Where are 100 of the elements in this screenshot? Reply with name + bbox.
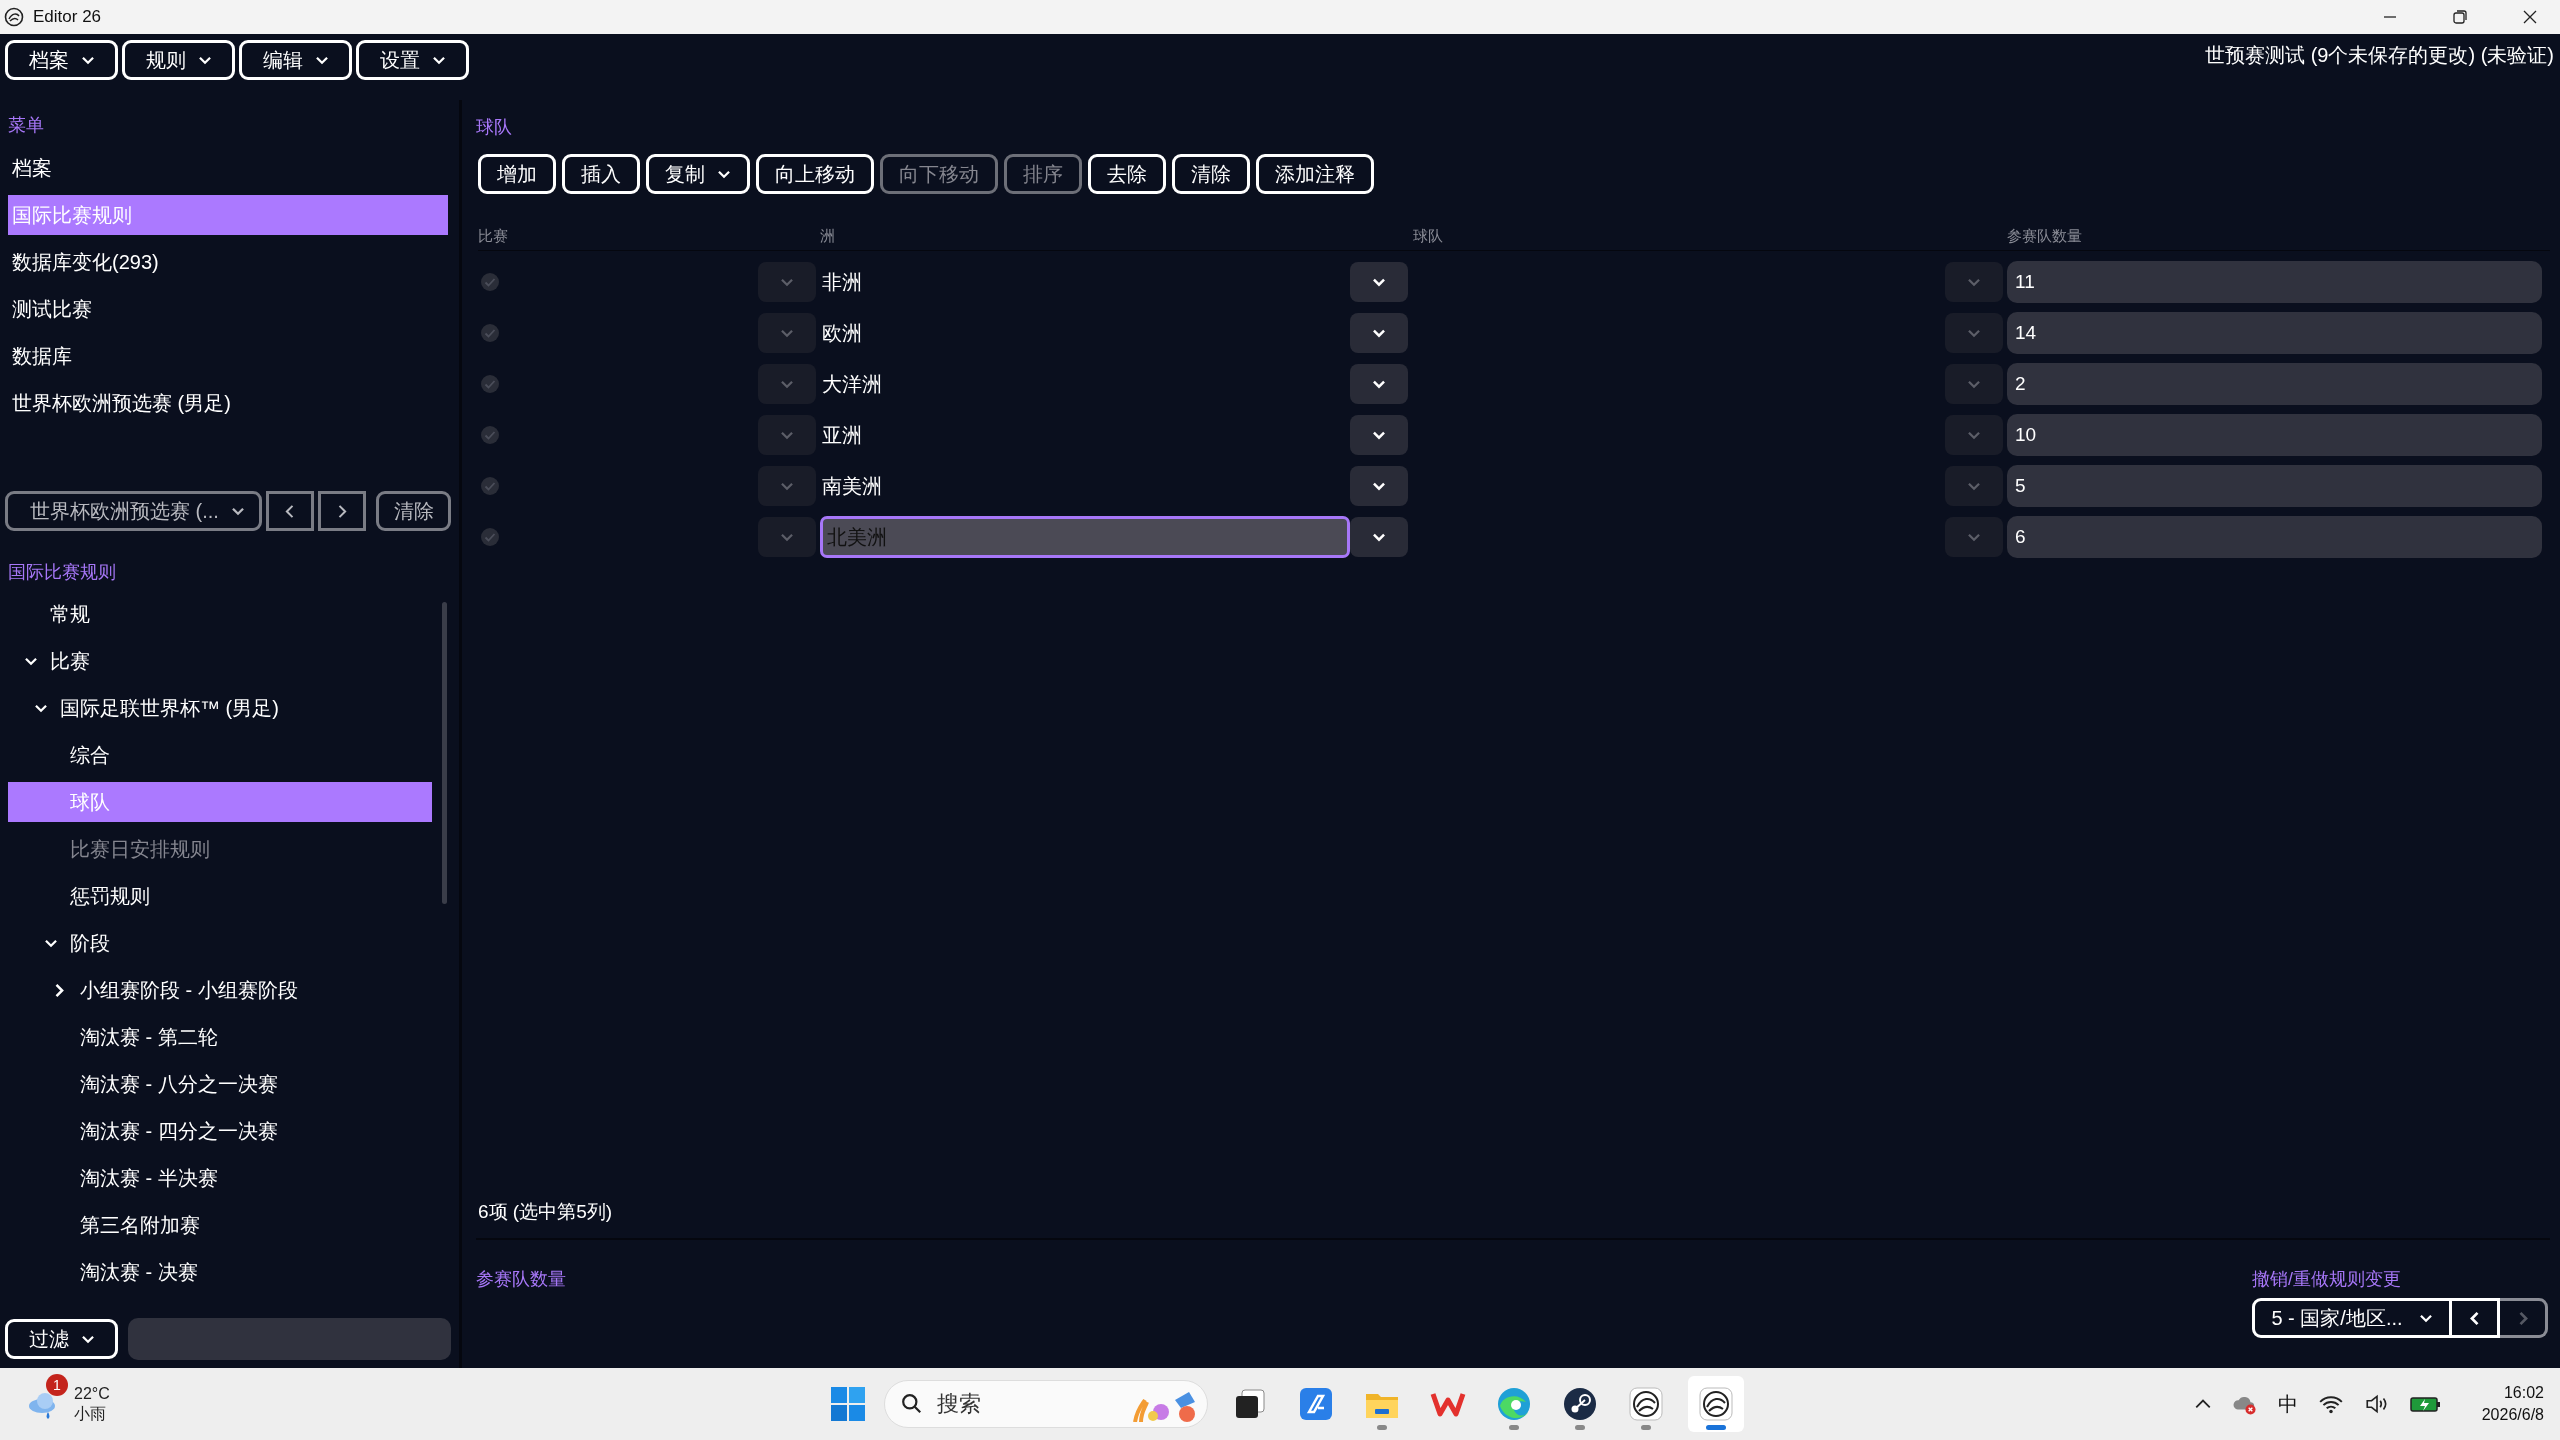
running-indicator [1641, 1425, 1651, 1430]
clear-button[interactable]: 清除 [376, 491, 451, 531]
check-icon[interactable] [480, 374, 500, 394]
tree-item[interactable]: 惩罚规则 [8, 876, 432, 916]
sidebar-item[interactable]: 档案 [8, 148, 448, 188]
sidebar-item[interactable]: 世界杯欧洲预选赛 (男足) [8, 383, 448, 423]
tree-item[interactable]: 小组赛阶段 - 小组赛阶段 [8, 970, 432, 1010]
continent-field[interactable]: 南美洲 [820, 465, 1350, 507]
continent-field[interactable]: 亚洲 [820, 414, 1350, 456]
check-icon[interactable] [480, 476, 500, 496]
toolbar-button[interactable]: 插入 [562, 154, 640, 194]
section-heading: 菜单 [8, 114, 44, 137]
check-icon[interactable] [480, 425, 500, 445]
column-header: 球队 [1413, 226, 1444, 246]
sidebar-item[interactable]: 数据库 [8, 336, 448, 376]
wifi-icon[interactable] [2317, 1393, 2344, 1415]
input-method-indicator[interactable]: 中 [2277, 1390, 2298, 1418]
history-dropdown[interactable]: 5 - 国家/地区... [2252, 1298, 2452, 1338]
check-icon[interactable] [480, 527, 500, 547]
dropdown-button[interactable] [1350, 466, 1408, 506]
tree-item[interactable]: 常规 [8, 594, 432, 634]
chevron-down-icon [1967, 430, 1981, 440]
tree-item-label: 惩罚规则 [70, 883, 150, 909]
project-status: 世预赛测试 (9个未保存的更改) (未验证) [2205, 43, 2554, 68]
start-icon[interactable] [830, 1386, 866, 1422]
toolbar-button[interactable]: 去除 [1088, 154, 1166, 194]
sidebar-item[interactable]: 测试比赛 [8, 289, 448, 329]
battery-charging-icon[interactable] [2409, 1394, 2442, 1414]
tree-item-label: 常规 [50, 601, 90, 627]
tree-item[interactable]: 淘汰赛 - 八分之一决赛 [8, 1064, 432, 1104]
dropdown-button[interactable] [1350, 517, 1408, 557]
caret-icon [2418, 1313, 2433, 1323]
chevron-down-icon[interactable] [24, 656, 38, 666]
search-input[interactable]: 搜索 [935, 1390, 1119, 1418]
taskbar-search-field[interactable]: 搜索 [884, 1380, 1208, 1428]
count-field[interactable]: 14 [2007, 312, 2542, 354]
dropdown-button[interactable] [1350, 364, 1408, 404]
tree-item[interactable]: 淘汰赛 - 决赛 [8, 1252, 432, 1292]
undo-button[interactable] [2452, 1298, 2500, 1338]
tree-item[interactable]: 第三名附加赛 [8, 1205, 432, 1245]
filter-dropdown[interactable]: 过滤 [5, 1319, 119, 1359]
tree-item[interactable]: 淘汰赛 - 四分之一决赛 [8, 1111, 432, 1151]
caret-icon [80, 1334, 95, 1344]
count-field[interactable]: 11 [2007, 261, 2542, 303]
tree-item[interactable]: 淘汰赛 - 第二轮 [8, 1017, 432, 1057]
taskbar-app[interactable] [1688, 1376, 1744, 1432]
previous-button[interactable] [265, 491, 314, 531]
continent-field[interactable]: 大洋洲 [820, 363, 1350, 405]
tree-item-label: 淘汰赛 - 八分之一决赛 [80, 1071, 278, 1097]
chevron-down-icon [1967, 277, 1981, 287]
running-indicator [1509, 1425, 1519, 1430]
clock-time[interactable]: 16:02 [2503, 1382, 2544, 1404]
menu-button[interactable]: 编辑 [239, 40, 352, 80]
toolbar-button[interactable]: 添加注释 [1256, 154, 1374, 194]
menu-button[interactable]: 设置 [356, 40, 469, 80]
chevron-down-icon [1372, 481, 1386, 491]
restore-icon[interactable] [2452, 9, 2468, 25]
chevron-down-icon [780, 430, 794, 440]
count-field[interactable]: 6 [2007, 516, 2542, 558]
count-field[interactable]: 2 [2007, 363, 2542, 405]
tree-item[interactable]: 综合 [8, 735, 432, 775]
tree-item[interactable]: 国际足联世界杯™ (男足) [8, 688, 432, 728]
tree-item[interactable]: 阶段 [8, 923, 432, 963]
continent-field[interactable]: 非洲 [820, 261, 1350, 303]
competition-dropdown[interactable]: 世界杯欧洲预选赛 (... [5, 491, 262, 531]
menu-button[interactable]: 规则 [122, 40, 235, 80]
tree-item[interactable]: 淘汰赛 - 半决赛 [8, 1158, 432, 1198]
toolbar-button[interactable]: 复制 [646, 154, 750, 194]
toolbar-button[interactable]: 清除 [1172, 154, 1250, 194]
filter-field[interactable] [128, 1318, 451, 1360]
dropdown-button[interactable] [1350, 313, 1408, 353]
check-icon[interactable] [480, 323, 500, 343]
toolbar-button[interactable]: 向上移动 [756, 154, 874, 194]
continent-field[interactable]: 欧洲 [820, 312, 1350, 354]
clock-date[interactable]: 2026/6/8 [2481, 1404, 2544, 1426]
caret-icon [431, 55, 446, 65]
tree-item-label: 综合 [70, 742, 110, 768]
chevron-down-icon[interactable] [34, 703, 48, 713]
sidebar-item[interactable]: 数据库变化(293) [8, 242, 448, 282]
swirl-badge-icon [1698, 1386, 1734, 1422]
steam-wheel-icon [1562, 1386, 1598, 1422]
check-icon[interactable] [480, 272, 500, 292]
dropdown-button[interactable] [1350, 262, 1408, 302]
tree-item-label: 淘汰赛 - 第二轮 [80, 1024, 218, 1050]
menu-button[interactable]: 档案 [5, 40, 118, 80]
next-button[interactable] [318, 491, 367, 531]
chevron-down-icon[interactable] [44, 938, 58, 948]
count-field[interactable]: 5 [2007, 465, 2542, 507]
tree-item[interactable]: 比赛 [8, 641, 432, 681]
dropdown-button[interactable] [1350, 415, 1408, 455]
notification-badge: 1 [46, 1374, 68, 1396]
column-header: 比赛 [478, 226, 509, 246]
toolbar-button[interactable]: 增加 [478, 154, 556, 194]
chevron-down-icon [1372, 430, 1386, 440]
close-icon[interactable] [2522, 9, 2538, 25]
count-field[interactable]: 10 [2007, 414, 2542, 456]
scrollbar[interactable] [442, 602, 447, 904]
chevron-right-icon[interactable] [54, 982, 64, 998]
tree-item-label: 比赛 [50, 648, 90, 674]
caret-icon [197, 55, 212, 65]
